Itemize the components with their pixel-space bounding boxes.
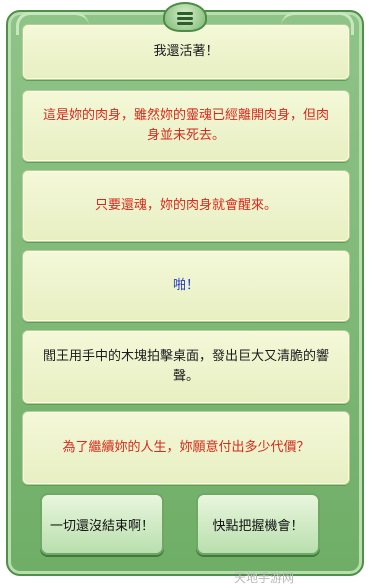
dialogue-line-6: 為了繼續妳的人生，妳願意付出多少代價？	[22, 411, 350, 485]
dialogue-line-3: 只要還魂，妳的肉身就會醒來。	[22, 170, 350, 242]
hamburger-menu-icon[interactable]	[163, 2, 207, 32]
choice-button-1[interactable]: 一切還沒結束啊！	[40, 493, 164, 555]
dialogue-line-5: 閻王用手中的木塊拍擊桌面，發出巨大又清脆的響聲。	[22, 330, 350, 404]
menu-bar	[177, 12, 193, 15]
choice-label: 快點把握機會！	[212, 518, 304, 534]
dialogue-text: 這是妳的肉身，雖然妳的靈魂已經離開肉身，但肉身並未死去。	[42, 108, 329, 143]
dialogue-text: 閻王用手中的木塊拍擊桌面，發出巨大又清脆的響聲。	[42, 349, 329, 384]
menu-bar	[177, 17, 193, 20]
dialogue-text: 我還活著！	[153, 44, 219, 59]
menu-bar	[177, 22, 193, 25]
dialogue-line-1: 我還活著！	[22, 24, 350, 80]
choice-button-2[interactable]: 快點把握機會！	[196, 493, 320, 555]
dialogue-line-4: 啪！	[22, 250, 350, 322]
watermark: 天地手游网	[233, 571, 294, 585]
dialogue-screen: 我還活著！ 這是妳的肉身，雖然妳的靈魂已經離開肉身，但肉身並未死去。 只要還魂，…	[0, 0, 372, 586]
dialogue-text: 只要還魂，妳的肉身就會醒來。	[94, 198, 277, 213]
dialogue-text: 啪！	[172, 278, 199, 293]
dialogue-text: 為了繼續妳的人生，妳願意付出多少代價？	[62, 440, 310, 455]
dialogue-line-2: 這是妳的肉身，雖然妳的靈魂已經離開肉身，但肉身並未死去。	[22, 90, 350, 162]
choice-label: 一切還沒結束啊！	[49, 518, 154, 534]
